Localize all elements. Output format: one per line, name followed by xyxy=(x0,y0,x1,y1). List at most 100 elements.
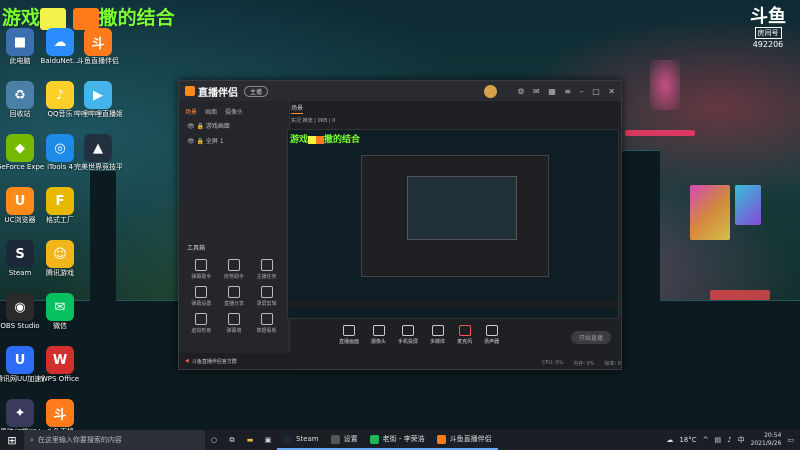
avatar[interactable] xyxy=(484,84,498,98)
scene-row[interactable]: 👁 🔒 全屏 1 xyxy=(179,133,289,148)
tab-display[interactable]: 画面 xyxy=(205,107,217,116)
maximize-icon[interactable]: □ xyxy=(592,87,600,96)
control-label: 摄像头 xyxy=(371,339,387,345)
taskbar-app[interactable]: 老街 - 李荣浩 xyxy=(363,430,431,450)
desktop-icon[interactable]: 斗斗鱼直播伴侣 xyxy=(74,28,122,66)
toolbox-item[interactable]: 弹幕助手 xyxy=(185,259,218,280)
taskbar-app[interactable]: Steam xyxy=(277,430,325,450)
toolbox-item[interactable]: 虚拟形象 xyxy=(185,313,218,334)
tool-label: 虚拟形象 xyxy=(191,328,212,334)
taskbar-app-label: 设置 xyxy=(343,435,358,443)
control-bar: 直播画面 摄像头 手机投屏 多媒体 麦克风 扬声器 xyxy=(287,319,669,351)
app-icon: U xyxy=(6,346,34,374)
network-icon[interactable]: ▤ xyxy=(715,436,722,444)
control-button[interactable]: 直播画面 xyxy=(339,325,359,345)
control-button[interactable]: 手机投屏 xyxy=(398,325,418,345)
control-icon xyxy=(431,325,444,336)
toolbox-item[interactable]: 主播任务 xyxy=(250,259,283,280)
toolbox-item[interactable]: 直播分享 xyxy=(218,286,251,307)
taskbar-app-icon xyxy=(369,434,379,444)
message-icon[interactable]: ✉ xyxy=(533,87,540,96)
desktop-icon[interactable]: ☺ 腾讯游戏 xyxy=(36,240,84,278)
ime-icon[interactable]: 中 xyxy=(738,435,745,445)
scene-label: 游戏画面 xyxy=(205,123,230,130)
tray-arrow-icon[interactable]: ^ xyxy=(703,436,709,444)
app-icon: S xyxy=(6,240,34,268)
close-icon[interactable]: ✕ xyxy=(608,87,615,96)
cortana-icon[interactable]: ○ xyxy=(205,436,223,444)
tab-camera[interactable]: 摄像头 xyxy=(225,107,243,116)
notification-icon[interactable]: ▭ xyxy=(787,436,794,444)
app-icon: ♻ xyxy=(6,81,34,109)
tab-scene[interactable]: 场景 xyxy=(185,107,197,116)
desktop-icon-label: 斗鱼直播伴侣 xyxy=(77,57,119,65)
footer-link[interactable]: ◀ 斗鱼直播伴侣官方群 xyxy=(179,353,295,369)
app-icon: ♪ xyxy=(46,81,74,109)
title-bar-controls: ⚙ ✉ ▦ ≡ – □ ✕ xyxy=(511,87,615,96)
overlay-logo-icon xyxy=(72,7,99,30)
preview-taskbar xyxy=(288,300,618,308)
app-icon: W xyxy=(46,346,74,374)
file-explorer-icon[interactable]: ▬ xyxy=(241,436,259,444)
desktop-icon-label: 格式工厂 xyxy=(46,216,74,224)
control-button[interactable]: 扬声器 xyxy=(484,325,499,345)
toolbox-item[interactable]: 数据看板 xyxy=(250,313,283,334)
toolbox-item[interactable]: 房管助手 xyxy=(218,259,251,280)
app-icon: ◉ xyxy=(6,293,34,321)
toolbox-item[interactable]: 录屏剪辑 xyxy=(250,286,283,307)
overlay-text-1: 游戏 xyxy=(2,7,41,29)
app-icon: ☺ xyxy=(46,240,74,268)
weather-icon[interactable]: ☁ xyxy=(666,436,673,444)
status-item: 内存: 0% xyxy=(573,360,595,367)
desktop-icon-label: 完美世界竞技平台 xyxy=(74,163,122,171)
desktop-icon[interactable]: ▶ 哔哩哔哩直播姬 xyxy=(74,81,122,119)
control-button[interactable]: 麦克风 xyxy=(457,325,472,345)
desktop-icon[interactable]: ✉ 微信 xyxy=(36,293,84,331)
volume-icon[interactable]: ♪ xyxy=(727,436,731,444)
clock-time: 20:54 xyxy=(764,432,782,439)
taskbar-app[interactable]: 设置 xyxy=(324,430,364,450)
menu-icon[interactable]: ≡ xyxy=(564,87,571,96)
app-icon: U xyxy=(6,187,34,215)
desktop-icon[interactable]: F 格式工厂 xyxy=(36,187,84,225)
taskbar-app[interactable]: 斗鱼直播伴侣 xyxy=(430,430,498,450)
clock[interactable]: 20:54 2021/9/26 xyxy=(751,432,782,448)
scene-panel: 场景 画面 摄像头 👁 🔒 游戏画面 👁 🔒 全屏 1 工具箱 弹幕助手 房管助手… xyxy=(179,101,295,369)
preview-text-1: 游戏 xyxy=(290,135,309,145)
control-button[interactable]: 多媒体 xyxy=(430,325,445,345)
scene-row[interactable]: 👁 🔒 游戏画面 xyxy=(179,118,289,133)
preview-tabs: 场景 xyxy=(291,103,304,114)
preview-overlay-title: 游戏 撒的结合 xyxy=(290,132,360,145)
tab-preview-scene[interactable]: 场景 xyxy=(291,105,304,114)
task-view-icon[interactable]: ⧉ xyxy=(223,436,241,445)
nested-preview-window-2 xyxy=(407,176,517,240)
settings-icon[interactable]: ⚙ xyxy=(517,87,524,96)
system-tray: ☁ 18°C ^ ▤ ♪ 中 20:54 2021/9/26 ▭ xyxy=(666,432,800,448)
tower xyxy=(620,150,660,431)
windows-start-icon[interactable]: ⊞ xyxy=(0,434,24,447)
taskbar-search-box[interactable]: ⌕ 在这里输入你要搜索的内容 xyxy=(24,430,205,450)
tool-icon xyxy=(227,286,240,298)
start-live-button[interactable]: 开始直播 xyxy=(570,331,611,344)
tool-label: 弹幕墙 xyxy=(226,328,242,334)
anchor-badge[interactable]: 主播 xyxy=(244,85,269,97)
taskbar-apps: Steam 设置 老街 - 李荣浩 斗鱼直播伴侣 xyxy=(277,430,498,450)
app-logo-icon xyxy=(185,86,195,96)
desktop-icon[interactable]: ▲完美世界竞技平台 xyxy=(74,134,122,172)
tower xyxy=(90,170,116,431)
app-icon: ◎ xyxy=(46,134,74,162)
desktop-icon[interactable]: W WPS Office xyxy=(36,346,84,384)
clock-date: 2021/9/26 xyxy=(750,440,782,447)
stream-preview[interactable]: 游戏 撒的结合 xyxy=(287,129,619,319)
toolbox-item[interactable]: 弹幕墙 xyxy=(218,313,251,334)
preview-badge-icon xyxy=(308,135,317,144)
minimize-icon[interactable]: – xyxy=(580,87,584,96)
store-icon[interactable]: ▣ xyxy=(259,436,277,444)
control-icon xyxy=(402,325,415,336)
layout-icon[interactable]: ▦ xyxy=(548,87,556,96)
control-button[interactable]: 摄像头 xyxy=(371,325,386,345)
toolbox-item[interactable]: 弹幕设置 xyxy=(185,286,218,307)
neon-cube xyxy=(735,185,761,225)
live-streaming-app-window[interactable]: 直播伴侣 主播 ⚙ ✉ ▦ ≡ – □ ✕ 场景 画面 摄像头 👁 🔒 游戏画面… xyxy=(178,80,622,370)
weather-temp[interactable]: 18°C xyxy=(679,436,696,444)
